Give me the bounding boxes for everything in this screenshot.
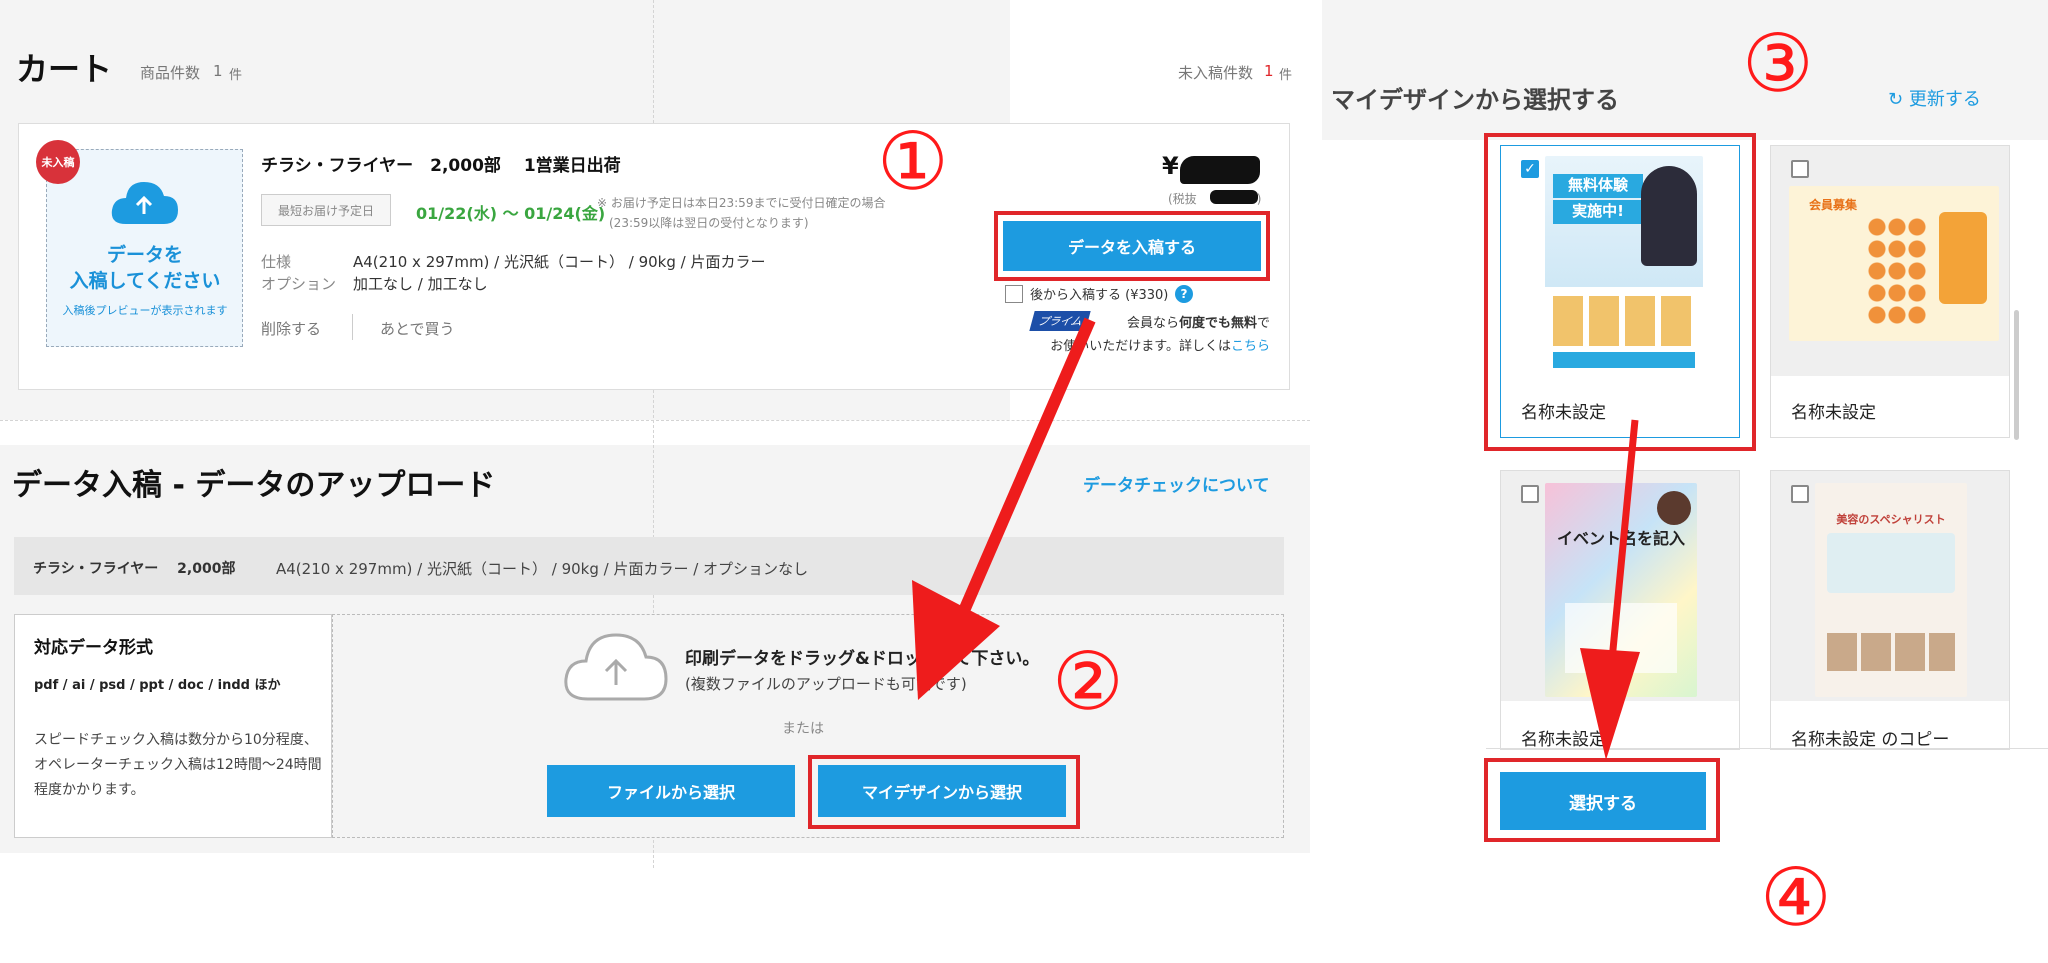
arrow-1-to-2 — [912, 317, 1096, 700]
arrow-3-to-4 — [1580, 419, 1640, 760]
annotation-arrows — [912, 317, 1640, 760]
